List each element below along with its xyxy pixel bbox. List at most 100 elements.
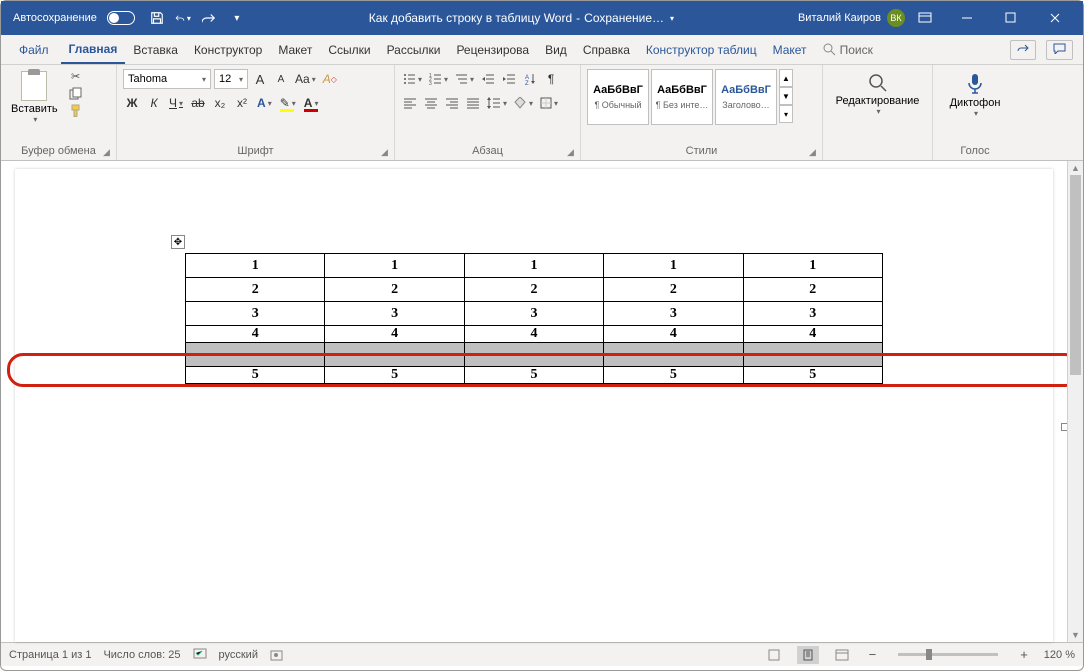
tab-insert[interactable]: Вставка	[125, 35, 186, 64]
table-cell[interactable]	[464, 343, 603, 367]
underline-button[interactable]: Ч▾	[167, 93, 185, 113]
align-right-button[interactable]	[443, 93, 461, 113]
table-cell[interactable]: 5	[464, 367, 603, 384]
spellcheck-icon[interactable]	[193, 648, 207, 661]
align-left-button[interactable]	[401, 93, 419, 113]
decrease-indent-button[interactable]	[479, 69, 497, 89]
table-row[interactable]: 44444	[186, 326, 883, 343]
subscript-button[interactable]: x₂	[211, 93, 229, 113]
tab-table-layout[interactable]: Макет	[765, 35, 815, 64]
styles-expand[interactable]: ▾	[779, 105, 793, 123]
table-cell[interactable]: 1	[743, 254, 882, 278]
change-case-button[interactable]: Aa▾	[293, 69, 318, 89]
table-cell[interactable]	[743, 343, 882, 367]
grow-font-button[interactable]: A	[251, 69, 269, 89]
table-row[interactable]	[186, 343, 883, 367]
text-effects-button[interactable]: A▾	[255, 93, 274, 113]
table-cell[interactable]	[604, 343, 743, 367]
table-cell[interactable]: 5	[325, 367, 464, 384]
style-heading[interactable]: АаБбВвГ Заголово…	[715, 69, 777, 125]
table-cell[interactable]: 4	[186, 326, 325, 343]
document-table[interactable]: 1111122222333334444455555	[185, 253, 883, 384]
editing-button[interactable]: Редактирование ▾	[829, 69, 926, 120]
page-status[interactable]: Страница 1 из 1	[9, 649, 91, 661]
shrink-font-button[interactable]: A	[272, 69, 290, 89]
table-row[interactable]: 11111	[186, 254, 883, 278]
table-cell[interactable]: 1	[186, 254, 325, 278]
comments-button[interactable]	[1046, 40, 1073, 60]
font-name-combo[interactable]: Tahoma▾	[123, 69, 211, 89]
styles-scroll-up[interactable]: ▲	[779, 69, 793, 87]
tab-help[interactable]: Справка	[575, 35, 638, 64]
shading-button[interactable]: ▾	[512, 93, 535, 113]
zoom-out-button[interactable]: −	[865, 647, 881, 662]
styles-scroll-down[interactable]: ▼	[779, 87, 793, 105]
table-cell[interactable]: 2	[325, 278, 464, 302]
strikethrough-button[interactable]: ab	[189, 93, 207, 113]
table-cell[interactable]: 1	[464, 254, 603, 278]
table-cell[interactable]: 4	[325, 326, 464, 343]
numbering-button[interactable]: 123▾	[427, 69, 450, 89]
table-cell[interactable]: 5	[743, 367, 882, 384]
line-spacing-button[interactable]: ▾	[485, 93, 509, 113]
search-box[interactable]: Поиск	[815, 35, 881, 64]
paste-button[interactable]: Вставить ▾	[7, 69, 62, 145]
tab-home[interactable]: Главная	[61, 35, 126, 64]
format-painter-button[interactable]	[68, 103, 84, 117]
vertical-scrollbar[interactable]: ▲ ▼	[1067, 161, 1083, 642]
save-icon[interactable]	[149, 10, 165, 26]
style-no-spacing[interactable]: АаБбВвГ ¶ Без инте…	[651, 69, 713, 125]
tab-file[interactable]: Файл	[11, 35, 57, 64]
tab-references[interactable]: Ссылки	[320, 35, 378, 64]
scroll-up-button[interactable]: ▲	[1068, 161, 1083, 175]
bold-button[interactable]: Ж	[123, 93, 141, 113]
document-page[interactable]: ✥ 1111122222333334444455555	[15, 169, 1053, 642]
zoom-level[interactable]: 120 %	[1044, 649, 1075, 661]
language-status[interactable]: русский	[219, 649, 258, 661]
table-cell[interactable]: 3	[325, 302, 464, 326]
view-focus-button[interactable]	[763, 646, 785, 664]
table-cell[interactable]: 1	[325, 254, 464, 278]
view-web-button[interactable]	[831, 646, 853, 664]
align-center-button[interactable]	[422, 93, 440, 113]
clipboard-dialog-launcher[interactable]: ◢	[103, 147, 113, 157]
style-normal[interactable]: АаБбВвГ ¶ Обычный	[587, 69, 649, 125]
scroll-down-button[interactable]: ▼	[1068, 628, 1083, 642]
tab-layout[interactable]: Макет	[270, 35, 320, 64]
autosave-toggle[interactable]	[107, 11, 135, 25]
user-account[interactable]: Виталий Каиров ВК	[798, 9, 905, 27]
cut-button[interactable]: ✂	[68, 69, 84, 83]
tab-view[interactable]: Вид	[537, 35, 575, 64]
tab-review[interactable]: Рецензирова	[448, 35, 537, 64]
redo-icon[interactable]	[201, 10, 217, 26]
view-print-button[interactable]	[797, 646, 819, 664]
undo-icon[interactable]: ▾	[175, 10, 191, 26]
zoom-slider[interactable]	[898, 653, 998, 656]
superscript-button[interactable]: x²	[233, 93, 251, 113]
table-cell[interactable]: 5	[186, 367, 325, 384]
maximize-button[interactable]	[989, 1, 1033, 35]
highlight-button[interactable]: ✎▾	[278, 93, 298, 113]
table-cell[interactable]: 4	[743, 326, 882, 343]
table-cell[interactable]: 3	[464, 302, 603, 326]
ribbon-display-icon[interactable]	[917, 10, 933, 26]
share-button[interactable]	[1010, 40, 1036, 60]
table-cell[interactable]: 1	[604, 254, 743, 278]
borders-button[interactable]: ▾	[538, 93, 560, 113]
clear-formatting-button[interactable]: A◇	[321, 69, 339, 89]
close-button[interactable]	[1033, 1, 1077, 35]
qat-customize-icon[interactable]: ▾	[229, 10, 245, 26]
table-cell[interactable]: 2	[743, 278, 882, 302]
bullets-button[interactable]: ▾	[401, 69, 424, 89]
font-dialog-launcher[interactable]: ◢	[381, 147, 391, 157]
table-cell[interactable]: 4	[464, 326, 603, 343]
minimize-button[interactable]	[945, 1, 989, 35]
italic-button[interactable]: К	[145, 93, 163, 113]
font-color-button[interactable]: A▾	[302, 93, 321, 113]
table-row[interactable]: 22222	[186, 278, 883, 302]
table-row[interactable]: 33333	[186, 302, 883, 326]
table-cell[interactable]: 4	[604, 326, 743, 343]
multilevel-button[interactable]: ▾	[453, 69, 476, 89]
table-move-handle[interactable]: ✥	[171, 235, 185, 249]
zoom-slider-thumb[interactable]	[926, 649, 932, 660]
